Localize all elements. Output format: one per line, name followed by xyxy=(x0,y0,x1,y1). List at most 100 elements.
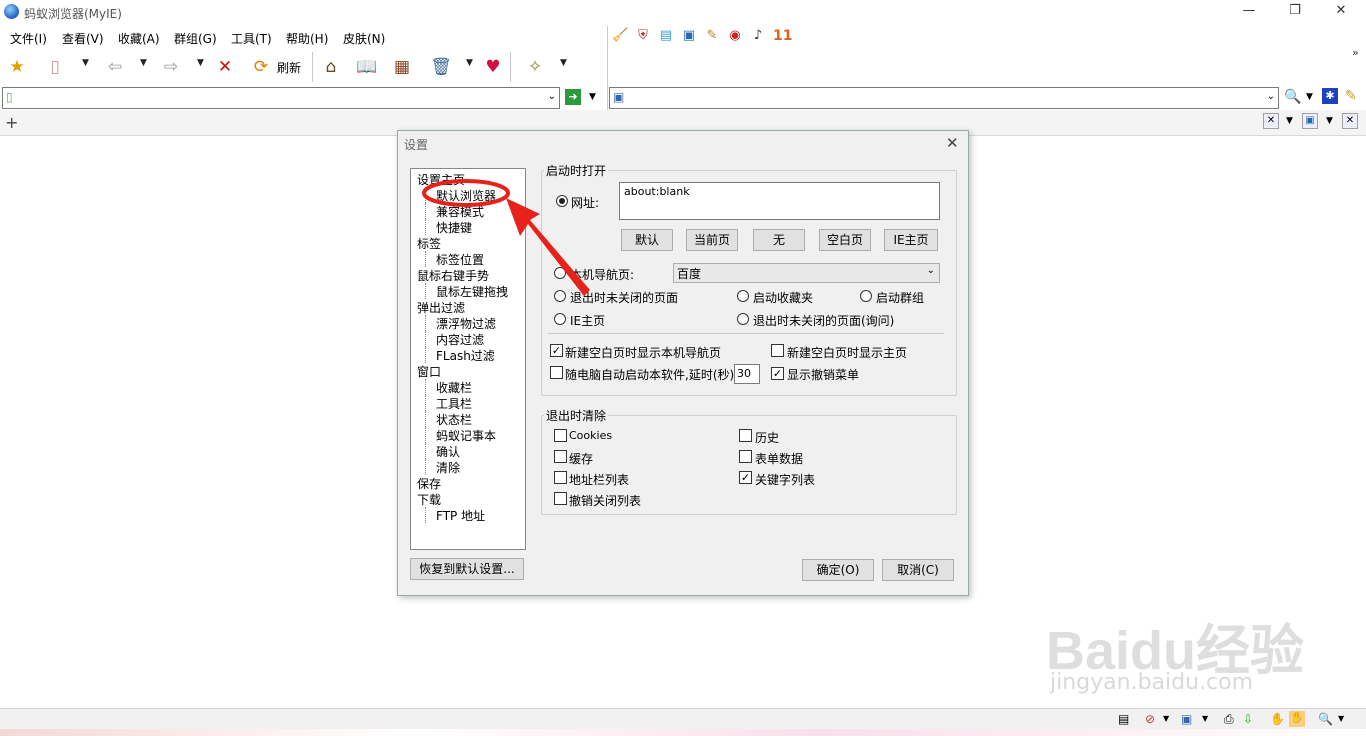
chevron-down-icon[interactable]: ▼ xyxy=(1338,714,1344,723)
trash-icon[interactable]: 🗑 xyxy=(430,56,452,78)
download-icon[interactable]: ⇩ xyxy=(1243,712,1253,726)
chevron-down-icon[interactable]: ▼ xyxy=(1202,714,1208,723)
tree-item-favbar[interactable]: 收藏栏 xyxy=(425,379,472,395)
menu-help[interactable]: 帮助(H) xyxy=(286,30,328,47)
forward-arrow-icon[interactable]: ⇨ xyxy=(160,56,182,78)
window-list-icon[interactable]: ▣ xyxy=(1302,113,1318,129)
weibo-icon[interactable]: ◉ xyxy=(727,28,743,44)
default-button[interactable]: 默认 xyxy=(621,229,673,251)
menu-groups[interactable]: 群组(G) xyxy=(174,30,217,47)
radio-start-favorites[interactable] xyxy=(737,290,749,302)
chevron-down-icon[interactable]: ⌄ xyxy=(548,91,556,102)
back-arrow-icon[interactable]: ⇦ xyxy=(104,56,126,78)
home-icon[interactable]: ⌂ xyxy=(320,56,342,78)
favorites-star-icon[interactable]: ★ xyxy=(6,56,28,78)
menu-file[interactable]: 文件(I) xyxy=(10,30,47,47)
close-button[interactable]: ✕ xyxy=(1318,0,1364,24)
tree-item-compat-mode[interactable]: 兼容模式 xyxy=(425,203,484,219)
chevron-down-icon[interactable]: ▼ xyxy=(589,92,596,102)
new-page-icon[interactable]: ▯ xyxy=(44,56,66,78)
search-icon[interactable]: 🔍 xyxy=(1284,89,1301,105)
tree-item-tab-position[interactable]: 标签位置 xyxy=(425,251,484,267)
heart-mail-icon[interactable]: ♥ xyxy=(482,56,504,78)
tree-item-download[interactable]: 下载 xyxy=(417,491,441,508)
none-button[interactable]: 无 xyxy=(753,229,805,251)
block-icon[interactable]: ⊘ xyxy=(1145,712,1155,726)
close-tab-icon[interactable]: ✕ xyxy=(1263,113,1279,129)
chevron-down-icon[interactable]: ▼ xyxy=(1163,714,1169,723)
close-all-icon[interactable]: ✕ xyxy=(1342,113,1358,129)
tree-item-shortcuts[interactable]: 快捷键 xyxy=(425,219,472,235)
checkbox-keyword-list[interactable]: ✓ xyxy=(739,471,752,484)
tree-item-window[interactable]: 窗口 xyxy=(417,363,441,380)
tree-item-float-filter[interactable]: 漂浮物过滤 xyxy=(425,315,496,331)
tree-item-clear[interactable]: 清除 xyxy=(425,459,460,475)
chevron-down-icon[interactable]: ▼ xyxy=(466,58,473,68)
checkbox-closed-list[interactable] xyxy=(554,492,567,505)
image-icon[interactable]: ▣ xyxy=(1181,712,1192,726)
tree-item-homepage[interactable]: 设置主页 xyxy=(417,171,465,188)
current-page-button[interactable]: 当前页 xyxy=(686,229,738,251)
radio-ie-home[interactable] xyxy=(554,313,566,325)
minimize-button[interactable]: — xyxy=(1226,0,1272,24)
checkbox-new-blank-nav[interactable]: ✓ xyxy=(550,344,563,357)
checkbox-address-list[interactable] xyxy=(554,471,567,484)
checkbox-new-blank-home[interactable] xyxy=(771,344,784,357)
broom-icon[interactable]: 🧹 xyxy=(612,28,628,44)
chevron-down-icon[interactable]: ▼ xyxy=(1306,92,1313,102)
picture-icon[interactable]: ▦ xyxy=(391,56,413,78)
refresh-icon[interactable]: ⟳ xyxy=(250,56,272,78)
checkbox-cache[interactable] xyxy=(554,450,567,463)
hand-icon[interactable]: ✋ xyxy=(1270,712,1285,726)
menu-skin[interactable]: 皮肤(N) xyxy=(343,30,385,47)
tree-item-toolbar[interactable]: 工具栏 xyxy=(425,395,472,411)
tree-item-default-browser[interactable]: 默认浏览器 xyxy=(425,187,496,203)
magic-wand-icon[interactable]: ✧ xyxy=(524,56,546,78)
chevron-down-icon[interactable]: ▼ xyxy=(140,58,147,68)
bell-icon[interactable]: ♪ xyxy=(750,28,766,44)
chevron-down-icon[interactable]: ▼ xyxy=(560,58,567,68)
radio-url[interactable] xyxy=(556,195,568,207)
new-tab-icon[interactable]: + xyxy=(5,113,18,132)
ie-home-button[interactable]: IE主页 xyxy=(884,229,938,251)
blank-page-button[interactable]: 空白页 xyxy=(819,229,871,251)
brush-icon[interactable]: ✎ xyxy=(704,28,720,44)
ok-button[interactable]: 确定(O) xyxy=(802,559,874,581)
refresh-label[interactable]: 刷新 xyxy=(277,59,301,76)
edit-icon[interactable]: ✎ xyxy=(1345,88,1357,104)
startup-url-textarea[interactable]: about:blank xyxy=(619,182,940,220)
menu-tools[interactable]: 工具(T) xyxy=(231,30,272,47)
delay-seconds-input[interactable]: 30 xyxy=(734,364,760,384)
radio-unclosed-pages[interactable] xyxy=(554,290,566,302)
print-icon[interactable]: ⎙ xyxy=(1224,712,1234,727)
radio-local-nav[interactable] xyxy=(554,267,566,279)
tree-item-flash-filter[interactable]: FLash过滤 xyxy=(425,347,495,363)
menu-favorites[interactable]: 收藏(A) xyxy=(118,30,160,47)
tree-item-save[interactable]: 保存 xyxy=(417,475,441,492)
restore-defaults-button[interactable]: 恢复到默认设置... xyxy=(410,558,524,580)
checkbox-cookies[interactable] xyxy=(554,429,567,442)
address-input[interactable]: ▯ ⌄ xyxy=(2,87,560,109)
chevron-down-icon[interactable]: ▼ xyxy=(1326,116,1333,126)
checkbox-history[interactable] xyxy=(739,429,752,442)
shield-icon[interactable]: ⛨ xyxy=(635,28,651,44)
tree-item-notepad[interactable]: 蚂蚁记事本 xyxy=(425,427,496,443)
chevron-down-icon[interactable]: ⌄ xyxy=(1267,91,1275,102)
local-nav-select[interactable]: 百度 ⌄ xyxy=(673,263,940,283)
book-icon[interactable]: 📖 xyxy=(356,56,378,78)
search-input[interactable]: ▣ ⌄ xyxy=(609,87,1279,109)
chevron-down-icon[interactable]: ▼ xyxy=(197,58,204,68)
gesture-icon[interactable]: ✋ xyxy=(1289,711,1305,727)
radio-unclosed-ask[interactable] xyxy=(737,313,749,325)
checkbox-undo-menu[interactable]: ✓ xyxy=(771,367,784,380)
notepad-icon[interactable]: ▤ xyxy=(1118,712,1129,726)
note-icon[interactable]: ▤ xyxy=(658,28,674,44)
tree-item-popup-filter[interactable]: 弹出过滤 xyxy=(417,299,465,316)
tree-item-confirm[interactable]: 确认 xyxy=(425,443,460,459)
tree-item-content-filter[interactable]: 内容过滤 xyxy=(425,331,484,347)
restore-button[interactable]: ❐ xyxy=(1272,0,1318,24)
tree-item-left-drag[interactable]: 鼠标左键拖拽 xyxy=(425,283,508,299)
go-arrow-icon[interactable]: ➜ xyxy=(565,89,581,105)
dialog-close-icon[interactable]: ✕ xyxy=(946,134,959,152)
chevron-down-icon[interactable]: ▼ xyxy=(1286,116,1293,126)
